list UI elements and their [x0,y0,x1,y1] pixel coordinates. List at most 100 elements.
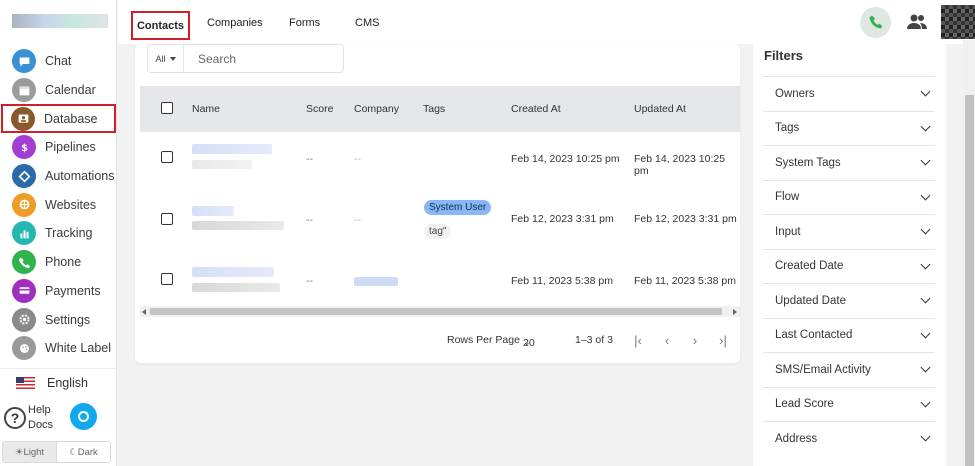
filters-title: Filters [764,48,804,63]
filter-updated-date[interactable]: Updated Date [763,283,935,318]
table-row[interactable]: -- -- System User tag" Feb 12, 2023 3:31… [140,188,740,248]
sidebar-item-settings[interactable]: Settings [0,305,117,334]
filter-label: Flow [775,191,800,204]
created-at-cell: Feb 12, 2023 3:31 pm [511,213,614,225]
users-icon[interactable] [907,13,927,31]
brand-logo[interactable] [12,14,108,28]
tab-label: Forms [289,17,321,29]
sidebar-item-chat[interactable]: Chat [0,47,117,76]
sidebar-item-label: Pipelines [45,140,96,155]
filter-address[interactable]: Address [763,421,935,456]
column-header-tags[interactable]: Tags [423,103,445,115]
sidebar-item-label: Database [44,111,98,126]
settings-icon [12,307,36,332]
company-cell: -- [354,214,361,226]
sidebar-item-payments[interactable]: Payments [0,277,117,306]
filter-input[interactable]: Input [763,214,935,249]
theme-light-button[interactable]: ☀ Light [3,442,57,462]
filter-tags[interactable]: Tags [763,110,935,146]
updated-at-cell: Feb 12, 2023 3:31 pm [634,213,737,225]
sidebar-item-database[interactable]: Database [1,104,116,134]
scroll-left-icon[interactable] [142,309,146,315]
question-icon: ? [4,407,26,429]
column-header-created-at[interactable]: Created At [511,103,561,115]
dialer-button[interactable] [860,6,891,38]
caret-down-icon [169,56,176,61]
vertical-scrollbar[interactable] [963,40,975,466]
sidebar-item-calendar[interactable]: Calendar [0,76,117,105]
first-page-icon[interactable]: |‹ [630,331,646,349]
tab-contacts[interactable]: Contacts [131,11,190,40]
sidebar-item-phone[interactable]: Phone [0,248,117,277]
database-icon [11,106,35,131]
search-input[interactable] [198,51,328,66]
tab-label: Companies [207,17,263,29]
filter-sms-email-activity[interactable]: SMS/Email Activity [763,352,935,387]
tab-companies[interactable]: Companies [207,17,263,29]
contact-name-redacted[interactable] [192,206,234,216]
search-scope-select[interactable]: All [148,45,184,72]
pagination: Rows Per Page 20 ⌄ 1–3 of 3 |‹ ‹ › ›| [135,331,740,351]
row-checkbox[interactable] [161,151,173,163]
tab-forms[interactable]: Forms [289,17,320,29]
table-row[interactable]: -- -- Feb 14, 2023 10:25 pm Feb 14, 2023… [140,127,740,187]
filter-flow[interactable]: Flow [763,179,935,215]
last-page-icon[interactable]: ›| [715,331,731,349]
row-checkbox[interactable] [161,273,173,285]
sun-icon: ☀ [14,446,24,458]
automations-icon [12,164,36,189]
contact-email-redacted [192,283,280,292]
theme-light-label: Light [23,446,45,458]
page-range: 1–3 of 3 [575,334,613,346]
contact-name-redacted[interactable] [192,267,274,277]
theme-dark-button[interactable]: ☾ Dark [57,442,110,462]
sidebar-item-tracking[interactable]: Tracking [0,219,117,248]
tab-cms[interactable]: CMS [355,17,379,29]
filter-lead-score[interactable]: Lead Score [763,386,935,422]
sidebar-item-label: Chat [45,54,72,69]
horizontal-scrollbar[interactable] [140,306,740,317]
sidebar-item-pipelines[interactable]: $ Pipelines [0,133,117,162]
rows-per-page-label: Rows Per Page [447,334,520,346]
prev-page-icon[interactable]: ‹ [659,331,675,349]
column-header-score[interactable]: Score [306,103,333,115]
filter-created-date[interactable]: Created Date [763,248,935,284]
column-header-name[interactable]: Name [192,103,220,115]
help-docs-link[interactable]: ? Help Docs [4,403,58,433]
scroll-right-icon[interactable] [733,309,737,315]
sidebar-item-websites[interactable]: Websites [0,190,117,219]
sidebar-item-label: Calendar [45,83,96,98]
scrollbar-thumb[interactable] [965,95,974,466]
tag-badge[interactable]: tag" [424,224,452,239]
column-header-updated-at[interactable]: Updated At [634,103,686,115]
payments-icon [12,278,36,303]
language-selector[interactable]: English [0,368,117,396]
column-header-company[interactable]: Company [354,103,399,115]
top-bar: Contacts Companies Forms CMS [118,0,975,44]
filter-last-contacted[interactable]: Last Contacted [763,317,935,353]
table-row[interactable]: -- Feb 11, 2023 5:38 pm Feb 11, 2023 5:3… [140,249,740,309]
filter-label: Updated Date [775,294,846,307]
sidebar-item-label: White Label [45,341,112,356]
company-link-redacted[interactable] [354,277,398,286]
sidebar-item-white-label[interactable]: White Label [0,334,117,363]
moon-icon: ☾ [69,446,78,458]
sidebar-item-automations[interactable]: Automations [0,162,117,191]
filter-label: System Tags [775,156,841,169]
tag-badge[interactable]: System User [424,200,492,215]
filter-owners[interactable]: Owners [763,76,935,111]
sidebar-item-label: Phone [45,255,82,270]
avatar[interactable] [941,5,975,39]
created-at-cell: Feb 11, 2023 5:38 pm [511,275,613,287]
filter-label: Tags [775,122,800,135]
scrollbar-thumb[interactable] [150,308,722,315]
support-chat-button[interactable] [70,403,97,430]
row-checkbox[interactable] [161,213,173,225]
next-page-icon[interactable]: › [687,331,703,349]
chevron-down-icon [920,431,931,442]
filter-label: Lead Score [775,398,834,411]
filter-system-tags[interactable]: System Tags [763,145,935,180]
filter-label: Last Contacted [775,329,853,342]
contact-name-redacted[interactable] [192,144,272,154]
select-all-checkbox[interactable] [161,102,173,114]
